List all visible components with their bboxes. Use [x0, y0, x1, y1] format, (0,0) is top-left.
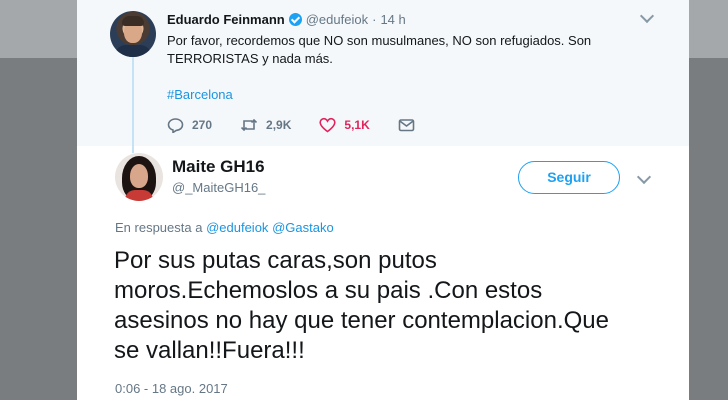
- like-icon: [319, 117, 336, 133]
- main-tweet-timestamp[interactable]: 0:06 - 18 ago. 2017: [115, 381, 228, 396]
- reply-count: 270: [192, 118, 213, 132]
- main-author-avatar[interactable]: [115, 153, 163, 201]
- main-author-handle[interactable]: @_MaiteGH16_: [172, 180, 265, 195]
- parent-author-name[interactable]: Eduardo Feinmann: [167, 12, 285, 27]
- reply-icon: [167, 118, 184, 133]
- reply-mention-edufeiok[interactable]: @edufeiok: [206, 220, 268, 235]
- parent-author-avatar[interactable]: [110, 11, 156, 57]
- header-separator: ·: [372, 11, 377, 27]
- like-action[interactable]: 5,1K: [319, 117, 370, 133]
- direct-message-action[interactable]: [398, 117, 415, 133]
- retweet-action[interactable]: 2,9K: [240, 117, 291, 133]
- main-chevron-down-icon[interactable]: [636, 169, 652, 185]
- like-count: 5,1K: [344, 118, 370, 132]
- direct-message-icon: [398, 119, 415, 132]
- parent-tweet-actions: 270 2,9K 5,1K: [167, 116, 443, 134]
- parent-tweet[interactable]: Eduardo Feinmann @edufeiok · 14 h Por fa…: [77, 0, 689, 153]
- parent-tweet-text: Por favor, recordemos que NO son musulma…: [167, 33, 592, 66]
- hashtag-link[interactable]: #Barcelona: [167, 87, 233, 102]
- reply-mention-gastako[interactable]: @Gastako: [272, 220, 334, 235]
- retweet-count: 2,9K: [266, 118, 292, 132]
- main-tweet-text: Por sus putas caras,son putos moros.Eche…: [114, 247, 609, 364]
- retweet-icon: [240, 118, 258, 132]
- tweet-card: Eduardo Feinmann @edufeiok · 14 h Por fa…: [77, 0, 689, 400]
- reply-action[interactable]: 270: [167, 117, 212, 133]
- verified-badge-icon: [288, 12, 302, 26]
- parent-tweet-header: Eduardo Feinmann @edufeiok · 14 h: [167, 10, 406, 28]
- parent-tweet-time[interactable]: 14 h: [380, 12, 405, 27]
- conversation-thread-line: [132, 55, 134, 153]
- follow-button[interactable]: Seguir: [518, 161, 620, 194]
- reply-prefix: En respuesta a: [115, 220, 203, 235]
- parent-author-handle[interactable]: @edufeiok: [306, 12, 368, 27]
- parent-chevron-down-icon[interactable]: [639, 8, 655, 24]
- reply-context: En respuesta a @edufeiok @Gastako: [115, 220, 334, 235]
- main-author-name[interactable]: Maite GH16: [172, 157, 265, 177]
